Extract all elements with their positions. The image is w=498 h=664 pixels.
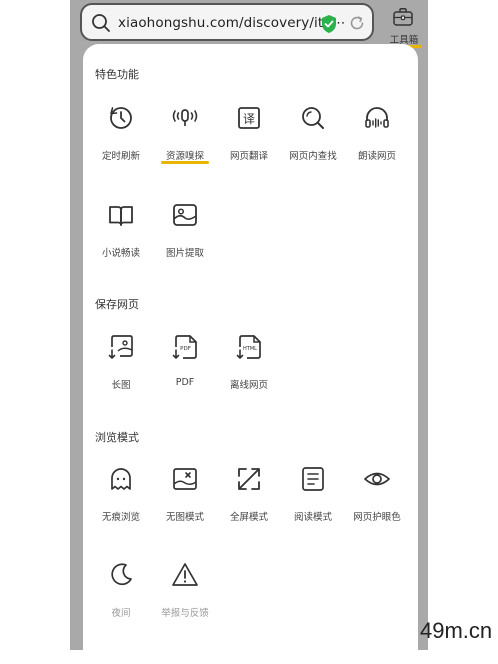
no-image-mode-label: 无图模式: [165, 512, 204, 523]
resource-sniff-button[interactable]: 资源嗅探: [153, 102, 217, 192]
toolbox-panel: 特色功能 定时刷新 资源嗅探 译 网页翻译 网页内查找 朗读网页 小说畅读 图片…: [83, 44, 418, 664]
reader-mode-button[interactable]: 阅读模式: [281, 463, 345, 553]
reload-icon[interactable]: [348, 14, 366, 32]
incognito-button[interactable]: 无痕浏览: [89, 463, 153, 553]
sniff-icon: [169, 102, 201, 134]
report-feedback-label: 举报与反馈: [161, 608, 209, 619]
moon-icon: [105, 559, 137, 591]
document-icon: [297, 463, 329, 495]
page-search-button[interactable]: 网页内查找: [281, 102, 345, 192]
no-image-icon: [169, 463, 201, 495]
timed-refresh-label: 定时刷新: [101, 151, 140, 162]
ghost-icon: [105, 463, 137, 495]
svg-text:PDF: PDF: [180, 346, 191, 352]
fullscreen-mode-label: 全屏模式: [229, 512, 268, 523]
watermark-text: 49m.cn: [420, 618, 493, 643]
page-search-label: 网页内查找: [289, 151, 337, 162]
timer-icon: [105, 102, 137, 134]
night-mode-label: 夜间: [111, 608, 131, 619]
novel-reading-label: 小说畅读: [101, 248, 140, 259]
no-image-mode-button[interactable]: 无图模式: [153, 463, 217, 553]
page-translate-label: 网页翻译: [229, 151, 268, 162]
long-image-label: 长图: [111, 380, 131, 391]
magnifier-icon: [297, 102, 329, 134]
section-title-save: 保存网页: [95, 298, 139, 311]
highlight-underline: [161, 161, 209, 164]
address-bar[interactable]: xiaohongshu.com/discovery/ite⋯: [80, 3, 374, 41]
novel-reading-button[interactable]: 小说畅读: [89, 199, 153, 289]
book-icon: [105, 199, 137, 231]
eye-care-label: 网页护眼色: [353, 512, 401, 523]
translate-icon: 译: [233, 102, 265, 134]
offline-page-label: 离线网页: [229, 380, 268, 391]
eye-icon: [361, 463, 393, 495]
incognito-label: 无痕浏览: [101, 512, 140, 523]
headphones-icon: [361, 102, 393, 134]
toolbox-icon: [393, 8, 413, 26]
night-mode-button[interactable]: 夜间: [89, 559, 153, 649]
read-aloud-button[interactable]: 朗读网页: [345, 102, 409, 192]
pdf-icon: PDF: [169, 331, 201, 363]
shield-icon[interactable]: [320, 14, 338, 34]
timed-refresh-button[interactable]: 定时刷新: [89, 102, 153, 192]
page-translate-button[interactable]: 译 网页翻译: [217, 102, 281, 192]
pdf-button[interactable]: PDF PDF: [153, 331, 217, 421]
fullscreen-mode-button[interactable]: 全屏模式: [217, 463, 281, 553]
search-icon: [92, 14, 110, 32]
fullscreen-icon: [233, 463, 265, 495]
offline-page-button[interactable]: HTML 离线网页: [217, 331, 281, 421]
image-extract-button[interactable]: 图片提取: [153, 199, 217, 289]
svg-text:HTML: HTML: [243, 346, 257, 352]
read-aloud-label: 朗读网页: [357, 151, 396, 162]
section-title-browse: 浏览模式: [95, 431, 139, 444]
svg-text:译: 译: [243, 112, 255, 126]
url-text[interactable]: xiaohongshu.com/discovery/ite⋯: [118, 15, 345, 31]
pdf-label: PDF: [175, 377, 195, 388]
long-image-button[interactable]: 长图: [89, 331, 153, 421]
eye-care-button[interactable]: 网页护眼色: [345, 463, 409, 553]
image-icon: [169, 199, 201, 231]
long-image-icon: [105, 331, 137, 363]
report-feedback-button[interactable]: 举报与反馈: [153, 559, 217, 649]
section-title-features: 特色功能: [95, 68, 139, 81]
html-icon: HTML: [233, 331, 265, 363]
toolbox-button[interactable]: 工具箱: [384, 4, 424, 48]
reader-mode-label: 阅读模式: [293, 512, 332, 523]
image-extract-label: 图片提取: [165, 248, 204, 259]
warning-icon: [169, 559, 201, 591]
resource-sniff-label: 资源嗅探: [165, 151, 204, 162]
